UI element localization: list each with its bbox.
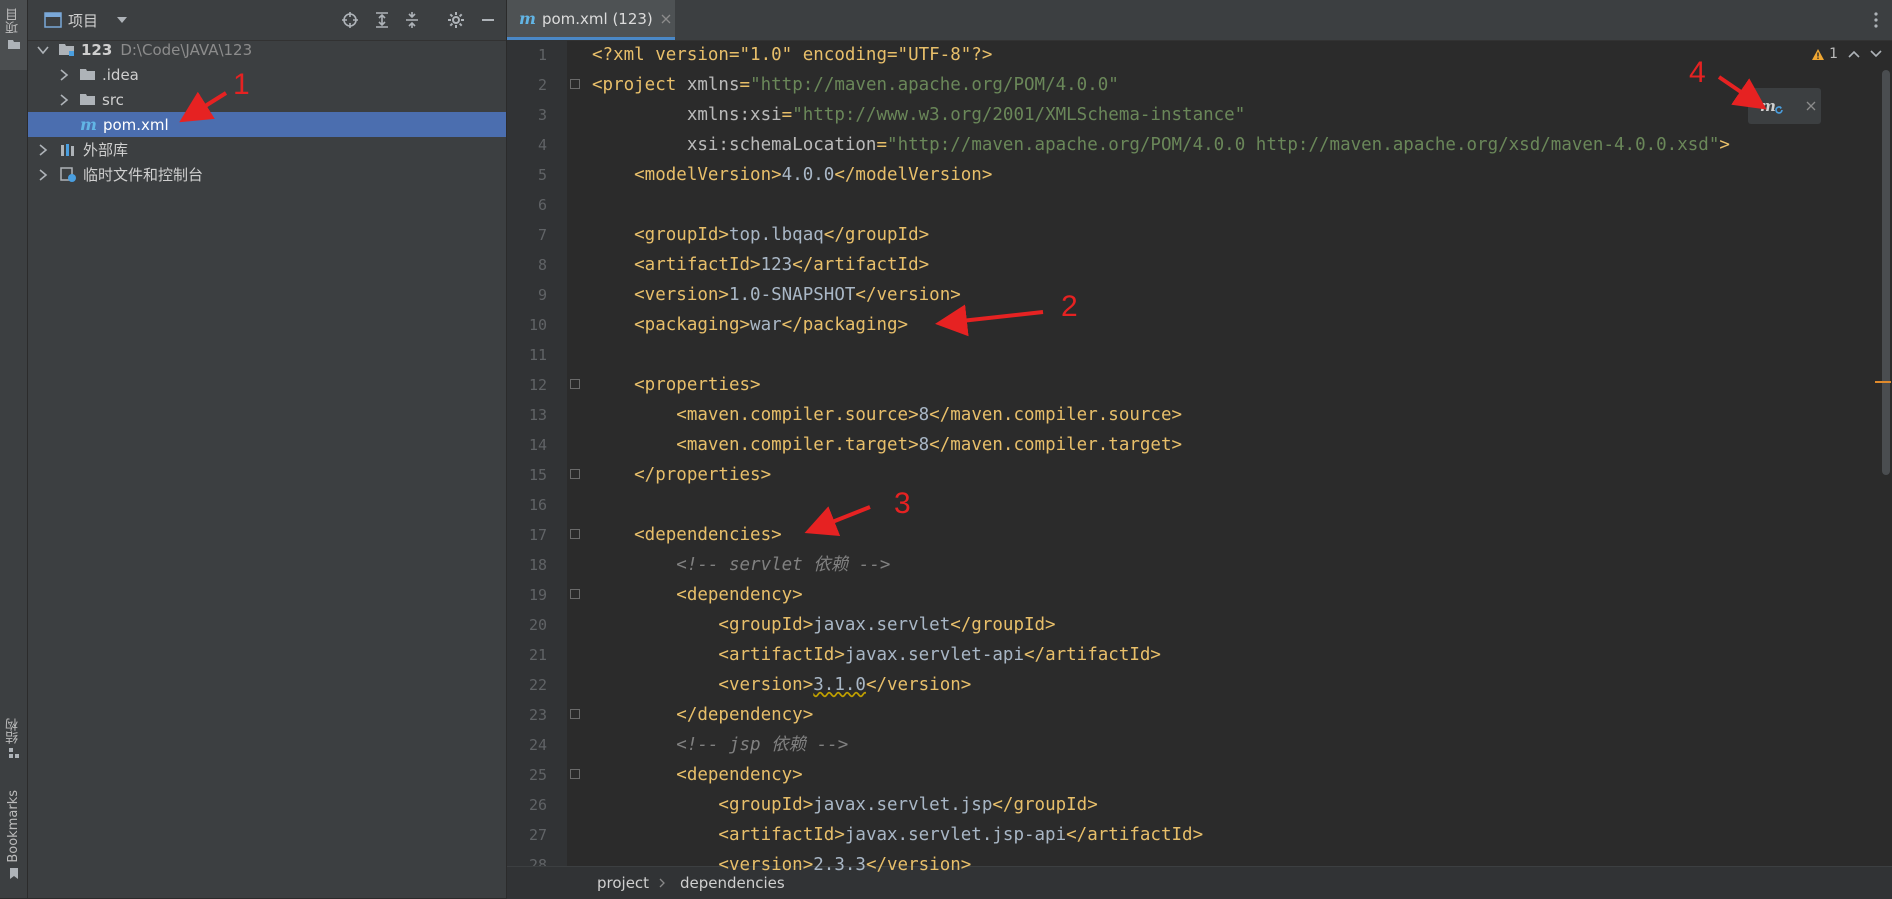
annotation-number-2: 2 (1061, 290, 1078, 323)
annotation-arrow-2 (935, 304, 1044, 337)
annotation-arrow-1 (179, 91, 228, 123)
annotation-arrow-4 (1717, 75, 1767, 110)
annotation-number-4: 4 (1689, 56, 1706, 89)
annotation-number-3: 3 (894, 487, 911, 520)
annotation-arrow-3 (804, 505, 871, 537)
annotation-number-1: 1 (233, 68, 250, 101)
annotation-layer (179, 75, 1767, 537)
